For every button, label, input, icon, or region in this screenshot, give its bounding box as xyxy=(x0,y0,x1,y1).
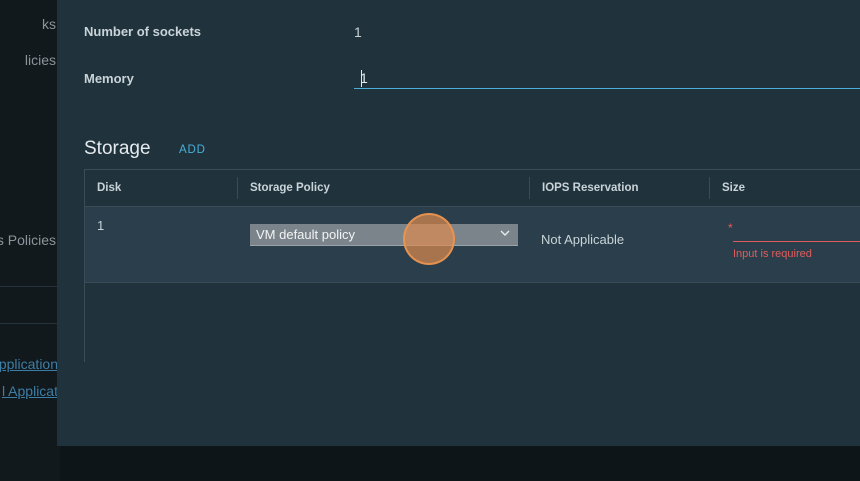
storage-section-title: Storage xyxy=(84,138,151,159)
column-separator[interactable] xyxy=(529,177,530,199)
chevron-down-icon xyxy=(500,230,510,236)
click-indicator xyxy=(403,213,455,265)
storage-policy-selected: VM default policy xyxy=(256,227,355,242)
sidebar-item-storage-policies[interactable]: s Policies xyxy=(0,232,56,248)
sidebar-item-policies[interactable]: licies xyxy=(25,52,56,68)
column-header-storage-policy[interactable]: Storage Policy xyxy=(250,182,330,194)
sidebar-link-all-applications[interactable]: l Applicat xyxy=(2,383,58,399)
column-separator[interactable] xyxy=(709,177,710,199)
memory-label: Memory xyxy=(84,71,134,86)
storage-table: Disk Storage Policy IOPS Reservation Siz… xyxy=(84,169,860,362)
size-error-message: Input is required xyxy=(733,248,812,260)
sidebar-divider xyxy=(0,286,60,287)
column-separator[interactable] xyxy=(237,177,238,199)
required-marker: * xyxy=(728,221,733,235)
storage-table-header: Disk Storage Policy IOPS Reservation Siz… xyxy=(85,170,860,207)
column-header-iops-reservation[interactable]: IOPS Reservation xyxy=(542,182,639,194)
column-header-disk[interactable]: Disk xyxy=(97,182,121,194)
size-input[interactable] xyxy=(733,227,860,242)
sockets-label: Number of sockets xyxy=(84,24,202,39)
table-row: 1 VM default policy Not Applicable * Inp… xyxy=(85,207,860,283)
memory-input[interactable] xyxy=(354,68,860,89)
sockets-value: 1 xyxy=(354,24,362,40)
column-header-size[interactable]: Size xyxy=(722,182,745,194)
background-sidebar: ks licies s Policies pplication l Applic… xyxy=(0,0,60,481)
text-cursor xyxy=(361,70,362,87)
sidebar-link-application[interactable]: pplication xyxy=(0,356,58,372)
sidebar-item-networks[interactable]: ks xyxy=(42,16,56,32)
vm-configuration-modal: Number of sockets 1 Memory Storage ADD D… xyxy=(57,0,860,446)
disk-number: 1 xyxy=(97,218,105,233)
add-disk-button[interactable]: ADD xyxy=(179,144,206,156)
storage-policy-select[interactable]: VM default policy xyxy=(250,224,518,246)
sidebar-divider xyxy=(0,323,60,324)
iops-value: Not Applicable xyxy=(541,232,625,247)
